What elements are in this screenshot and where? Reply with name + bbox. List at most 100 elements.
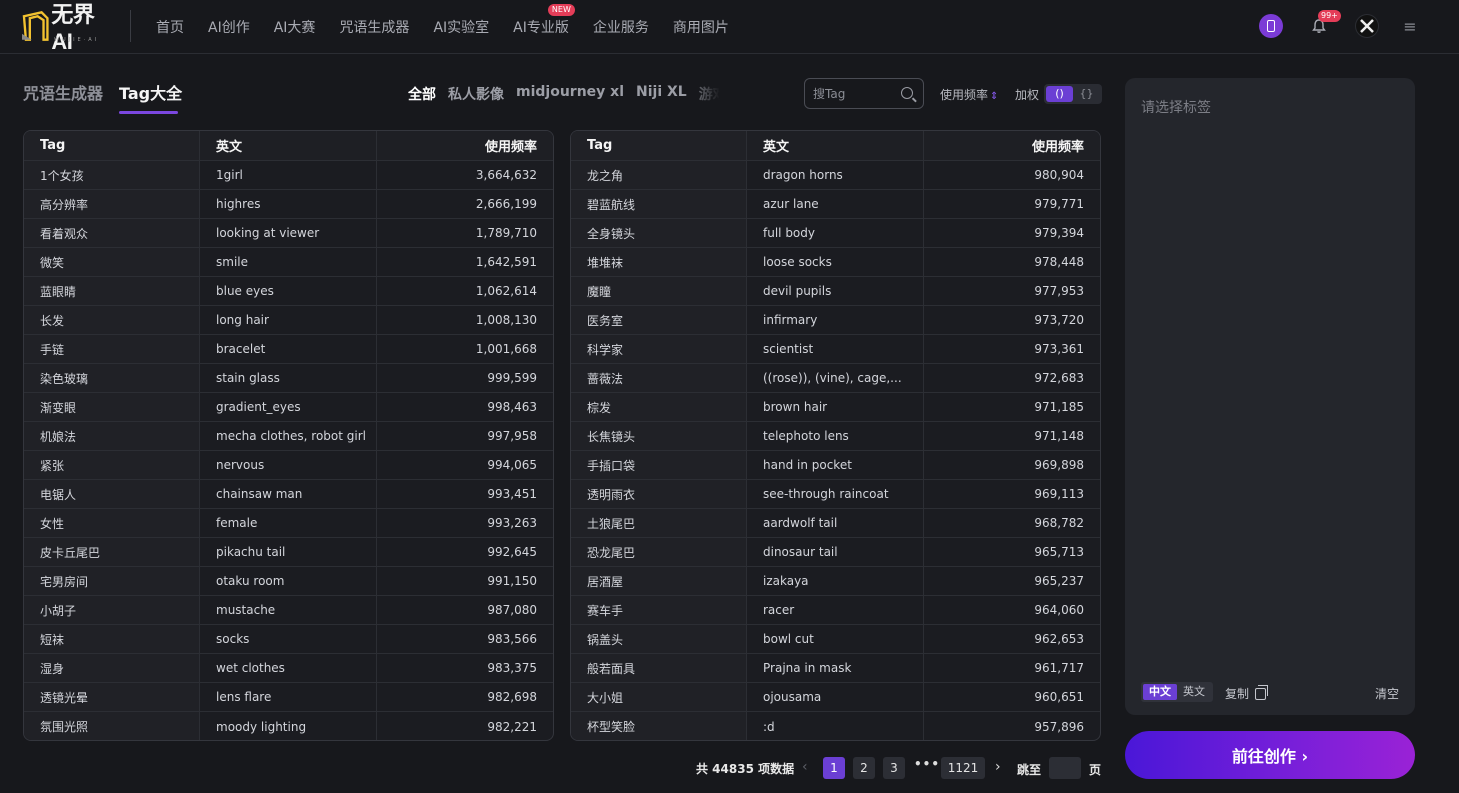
table-row[interactable]: 蓝眼睛 blue eyes 1,062,614: [24, 277, 553, 306]
category-game-design[interactable]: 游戏设计: [699, 84, 720, 104]
table-row[interactable]: 皮卡丘尾巴 pikachu tail 992,645: [24, 538, 553, 567]
page-3-button[interactable]: 3: [883, 757, 905, 779]
search-icon[interactable]: [901, 87, 913, 99]
frequency-cell: 980,904: [1034, 168, 1084, 182]
frequency-cell: 978,448: [1034, 255, 1084, 269]
english-cell: nervous: [200, 451, 377, 479]
table-row[interactable]: 女性 female 993,263: [24, 509, 553, 538]
category-niji-xl[interactable]: Niji XL: [636, 84, 687, 104]
logo[interactable]: 无界AI WUJIE·AI: [22, 2, 114, 54]
tab-prompt-generator[interactable]: 咒语生成器: [23, 80, 103, 104]
main-nav: 首页 AI创作 AI大赛 咒语生成器 AI实验室 AI专业版 NEW 企业服务 商…: [156, 0, 729, 54]
clear-button[interactable]: 清空: [1375, 685, 1399, 702]
frequency-cell: 979,771: [1034, 197, 1084, 211]
category-all[interactable]: 全部: [408, 84, 436, 104]
tag-cell: 赛车手: [571, 596, 747, 624]
table-row[interactable]: 长焦镜头 telephoto lens 971,148: [571, 422, 1100, 451]
table-row[interactable]: 蔷薇法 ((rose)), (vine), cage,... 972,683: [571, 364, 1100, 393]
weight-brace-option[interactable]: {}: [1073, 86, 1100, 102]
table-row[interactable]: 高分辨率 highres 2,666,199: [24, 190, 553, 219]
table-row[interactable]: 长发 long hair 1,008,130: [24, 306, 553, 335]
table-row[interactable]: 碧蓝航线 azur lane 979,771: [571, 190, 1100, 219]
table-row[interactable]: 湿身 wet clothes 983,375: [24, 654, 553, 683]
nav-ai-create[interactable]: AI创作: [208, 17, 250, 37]
tag-cell: 杯型笑脸: [571, 712, 747, 740]
tag-cell: 锅盖头: [571, 625, 747, 653]
table-row[interactable]: 宅男房间 otaku room 991,150: [24, 567, 553, 596]
jump-page-input[interactable]: [1049, 757, 1081, 779]
logo-text: 无界AI: [51, 2, 95, 54]
table-row[interactable]: 龙之角 dragon horns 980,904: [571, 161, 1100, 190]
table-row[interactable]: 锅盖头 bowl cut 962,653: [571, 625, 1100, 654]
frequency-cell: 994,065: [487, 458, 537, 472]
nav-home[interactable]: 首页: [156, 17, 184, 37]
prev-page-icon[interactable]: ‹: [802, 759, 808, 775]
table-row[interactable]: 透镜光晕 lens flare 982,698: [24, 683, 553, 712]
next-page-icon[interactable]: ›: [995, 759, 1001, 775]
header-divider: [130, 10, 131, 42]
table-row[interactable]: 小胡子 mustache 987,080: [24, 596, 553, 625]
page-1-button[interactable]: 1: [823, 757, 845, 779]
table-row[interactable]: 手链 bracelet 1,001,668: [24, 335, 553, 364]
table-row[interactable]: 居酒屋 izakaya 965,237: [571, 567, 1100, 596]
weight-paren-option[interactable]: (): [1046, 86, 1073, 102]
table-row[interactable]: 杯型笑脸:d 957,896: [571, 712, 1100, 740]
lang-chinese-option[interactable]: 中文: [1143, 684, 1177, 700]
tab-tag-all[interactable]: Tag大全: [119, 80, 182, 104]
frequency-cell: 968,782: [1034, 516, 1084, 530]
nav-ai-pro[interactable]: AI专业版 NEW: [513, 4, 575, 37]
table-row[interactable]: 看着观众 looking at viewer 1,789,710: [24, 219, 553, 248]
tag-search-input[interactable]: [813, 86, 893, 101]
table-row[interactable]: 般若面具 Prajna in mask 961,717: [571, 654, 1100, 683]
header-english: 英文: [200, 131, 377, 160]
category-midjourney-xl[interactable]: midjourney xl: [516, 84, 624, 104]
last-page-button[interactable]: 1121: [941, 757, 985, 779]
table-row[interactable]: 短袜 socks 983,566: [24, 625, 553, 654]
table-row[interactable]: 手插口袋 hand in pocket 969,898: [571, 451, 1100, 480]
lang-english-option[interactable]: 英文: [1177, 684, 1211, 700]
table-row[interactable]: 氛围光照 moody lighting 982,221: [24, 712, 553, 740]
table-row[interactable]: 染色玻璃 stain glass 999,599: [24, 364, 553, 393]
table-row[interactable]: 赛车手 racer 964,060: [571, 596, 1100, 625]
nav-commercial-images[interactable]: 商用图片: [673, 17, 729, 37]
table-row[interactable]: 微笑 smile 1,642,591: [24, 248, 553, 277]
category-private-image[interactable]: 私人影像: [448, 84, 504, 104]
copy-button[interactable]: 复制: [1225, 684, 1269, 702]
frequency-cell: 997,958: [487, 429, 537, 443]
tag-cell: 堆堆袜: [571, 248, 747, 276]
page-2-button[interactable]: 2: [853, 757, 875, 779]
frequency-cell: 992,645: [487, 545, 537, 559]
nav-enterprise[interactable]: 企业服务: [593, 17, 649, 37]
tag-cell: 长发: [24, 306, 200, 334]
table-row[interactable]: 大小姐 ojousama 960,651: [571, 683, 1100, 712]
sort-label: 使用频率: [940, 88, 989, 102]
menu-icon[interactable]: ≡: [1398, 14, 1422, 38]
nav-ai-contest[interactable]: AI大赛: [274, 17, 316, 37]
frequency-cell: 987,080: [487, 603, 537, 617]
table-row[interactable]: 堆堆袜 loose socks 978,448: [571, 248, 1100, 277]
mobile-app-icon[interactable]: [1259, 14, 1283, 38]
table-row[interactable]: 魔瞳 devil pupils 977,953: [571, 277, 1100, 306]
table-row[interactable]: 1个女孩 1girl 3,664,632: [24, 161, 553, 190]
nav-ai-lab[interactable]: AI实验室: [433, 17, 489, 37]
table-row[interactable]: 透明雨衣 see-through raincoat 969,113: [571, 480, 1100, 509]
table-row[interactable]: 渐变眼 gradient_eyes 998,463: [24, 393, 553, 422]
sort-by-frequency[interactable]: 使用频率 ⇕: [940, 86, 998, 103]
go-create-button[interactable]: 前往创作 ›: [1125, 731, 1415, 779]
table-row[interactable]: 棕发 brown hair 971,185: [571, 393, 1100, 422]
user-avatar[interactable]: [1355, 14, 1379, 38]
table-row[interactable]: 医务室 infirmary 973,720: [571, 306, 1100, 335]
table-row[interactable]: 全身镜头 full body 979,394: [571, 219, 1100, 248]
more-pages-icon[interactable]: •••: [914, 757, 940, 771]
english-cell: bracelet: [200, 335, 377, 363]
table-row[interactable]: 电锯人 chainsaw man 993,451: [24, 480, 553, 509]
table-row[interactable]: 科学家 scientist 973,361: [571, 335, 1100, 364]
tag-cell: 渐变眼: [24, 393, 200, 421]
english-cell: dinosaur tail: [747, 538, 924, 566]
english-cell: wet clothes: [200, 654, 377, 682]
table-row[interactable]: 土狼尾巴 aardwolf tail 968,782: [571, 509, 1100, 538]
table-row[interactable]: 紧张 nervous 994,065: [24, 451, 553, 480]
table-row[interactable]: 恐龙尾巴 dinosaur tail 965,713: [571, 538, 1100, 567]
table-row[interactable]: 机娘法 mecha clothes, robot girl 997,958: [24, 422, 553, 451]
nav-prompt-generator[interactable]: 咒语生成器: [339, 17, 409, 37]
